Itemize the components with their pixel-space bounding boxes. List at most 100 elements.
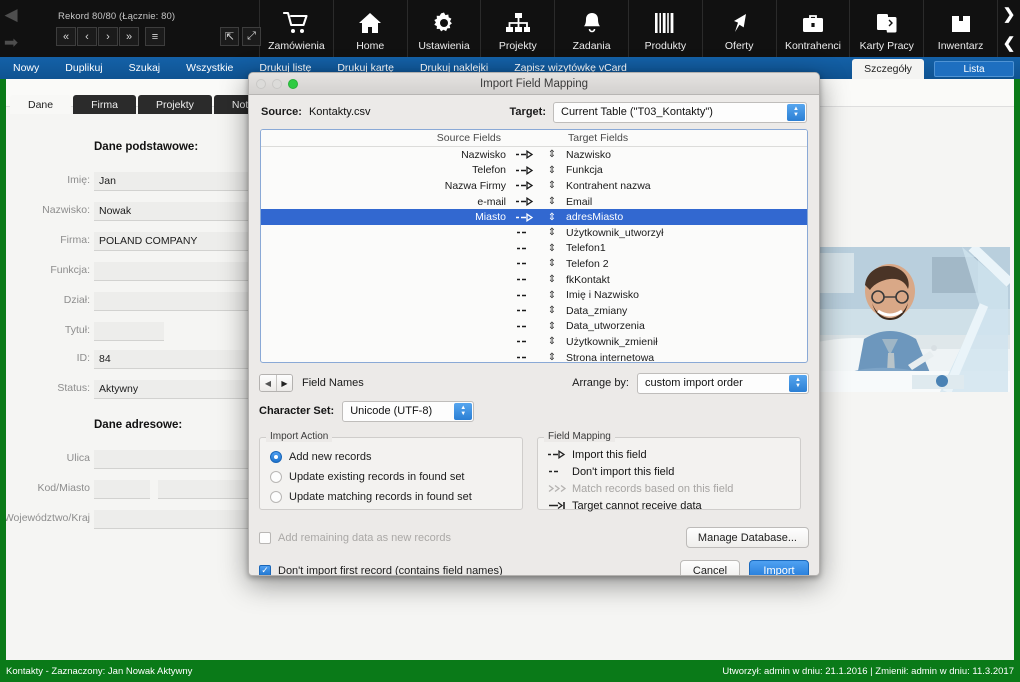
target-table-select[interactable]: Current Table ("T03_Kontakty") ▲ ▼ [553, 101, 807, 123]
mapping-arrow-icon[interactable] [512, 150, 538, 160]
tab-szczegoly[interactable]: Szczegóły [852, 59, 924, 79]
field-input-wojewodztwo[interactable] [94, 510, 256, 529]
field-input-tytul[interactable] [94, 322, 164, 341]
mapping-target-handle-icon[interactable]: ⇕ [538, 149, 566, 160]
field-mapping-row[interactable]: ⇕ Imię i Nazwisko [261, 287, 807, 303]
nav-prev-arrow-icon[interactable]: ❮ [1003, 34, 1016, 52]
nav-next-arrow-icon[interactable]: ❯ [1003, 5, 1016, 23]
nav-item-karty-pracy[interactable]: Karty Pracy [850, 0, 925, 57]
field-mapping-row[interactable]: ⇕ Telefon 2 [261, 256, 807, 272]
prev-record-button[interactable]: ‹ [77, 27, 97, 46]
mapping-target-handle-icon[interactable]: ⇕ [538, 305, 566, 316]
mapping-arrow-icon[interactable] [512, 212, 538, 222]
list-view-button[interactable]: ≡ [145, 27, 165, 46]
manage-database-button[interactable]: Manage Database... [685, 527, 809, 548]
maximize-icon[interactable] [288, 79, 298, 89]
radio-add-new-records[interactable]: Add new records [270, 447, 522, 467]
minimize-icon[interactable] [272, 79, 282, 89]
field-input-miasto[interactable] [158, 480, 256, 499]
radio-update-matching[interactable]: Update matching records in found set [270, 487, 522, 507]
nav-forward-arrow-icon[interactable]: ➡ [4, 34, 18, 51]
arrange-by-select[interactable]: custom import order ▲ ▼ [637, 372, 809, 394]
mapping-arrow-icon[interactable] [512, 337, 538, 346]
menu-item-szukaj[interactable]: Szukaj [116, 62, 174, 74]
mapping-target-handle-icon[interactable]: ⇕ [538, 227, 566, 238]
nav-item-oferty[interactable]: Oferty [703, 0, 777, 57]
mapping-arrow-icon[interactable] [512, 291, 538, 300]
stepper-next-icon[interactable]: ▶ [276, 375, 292, 391]
close-icon[interactable] [256, 79, 266, 89]
charset-select[interactable]: Unicode (UTF-8) ▲ ▼ [342, 400, 475, 422]
menu-item-wszystkie[interactable]: Wszystkie [173, 62, 246, 74]
nav-right-arrows[interactable]: ❯ ❮ [998, 0, 1020, 57]
field-input-dzial[interactable] [94, 292, 256, 311]
mapping-target-handle-icon[interactable]: ⇕ [538, 165, 566, 176]
cancel-button[interactable]: Cancel [680, 560, 740, 575]
checkbox-add-remaining[interactable]: Add remaining data as new records [259, 531, 451, 544]
nav-item-inwentarz[interactable]: Inwentarz [924, 0, 998, 57]
mapping-target-handle-icon[interactable]: ⇕ [538, 196, 566, 207]
last-record-button[interactable]: » [119, 27, 139, 46]
mapping-arrow-icon[interactable] [512, 259, 538, 268]
nav-item-zamowienia[interactable]: Zamówienia [260, 0, 334, 57]
mapping-target-handle-icon[interactable]: ⇕ [538, 336, 566, 347]
nav-item-zadania[interactable]: Zadania [555, 0, 629, 57]
nav-item-kontrahenci[interactable]: Kontrahenci [777, 0, 851, 57]
nav-left-arrows[interactable]: ◀ ➡ [0, 0, 22, 57]
field-mapping-row[interactable]: e-mail ⇕ Email [261, 194, 807, 210]
mapping-arrow-icon[interactable] [512, 322, 538, 331]
mapping-arrow-icon[interactable] [512, 244, 538, 253]
tab-firma[interactable]: Firma [73, 95, 136, 114]
checkbox-dont-import-first-record[interactable]: Don't import first record (contains fiel… [259, 564, 503, 575]
field-input-kod[interactable] [94, 480, 150, 499]
field-input-status[interactable]: Aktywny [94, 380, 256, 399]
next-record-button[interactable]: › [98, 27, 118, 46]
field-input-nazwisko[interactable]: Nowak [94, 202, 256, 221]
mapping-target-handle-icon[interactable]: ⇕ [538, 180, 566, 191]
tab-lista[interactable]: Lista [934, 61, 1014, 77]
mapping-arrow-icon[interactable] [512, 353, 538, 362]
field-mapping-row[interactable]: ⇕ Strona internetowa [261, 350, 807, 362]
nav-item-home[interactable]: Home [334, 0, 408, 57]
mapping-target-handle-icon[interactable]: ⇕ [538, 212, 566, 223]
field-mapping-row[interactable]: Telefon ⇕ Funkcja [261, 163, 807, 179]
mapping-arrow-icon[interactable] [512, 275, 538, 284]
mapping-target-handle-icon[interactable]: ⇕ [538, 321, 566, 332]
nav-item-ustawienia[interactable]: Ustawienia [408, 0, 482, 57]
nav-item-projekty[interactable]: Projekty [481, 0, 556, 57]
nav-item-produkty[interactable]: Produkty [629, 0, 703, 57]
field-input-funkcja[interactable] [94, 262, 256, 281]
field-mapping-row[interactable]: ⇕ Użytkownik_zmienił [261, 334, 807, 350]
radio-update-existing[interactable]: Update existing records in found set [270, 467, 522, 487]
tab-dane[interactable]: Dane [10, 95, 72, 114]
field-mapping-row[interactable]: ⇕ Telefon1 [261, 241, 807, 257]
mapping-target-handle-icon[interactable]: ⇕ [538, 290, 566, 301]
first-record-button[interactable]: « [56, 27, 76, 46]
mapping-arrow-icon[interactable] [512, 306, 538, 315]
open-external-button[interactable]: ⇱ [220, 27, 239, 46]
field-input-ulica[interactable] [94, 450, 256, 469]
menu-item-nowy[interactable]: Nowy [0, 62, 52, 74]
mapping-target-handle-icon[interactable]: ⇕ [538, 274, 566, 285]
mapping-arrow-icon[interactable] [512, 197, 538, 207]
field-mapping-row[interactable]: ⇕ Użytkownik_utworzył [261, 225, 807, 241]
field-names-stepper[interactable]: ◀ ▶ [259, 374, 293, 392]
field-mapping-row[interactable]: Nazwisko ⇕ Nazwisko [261, 147, 807, 163]
tab-projekty[interactable]: Projekty [137, 95, 212, 114]
field-mapping-row[interactable]: ⇕ Data_utworzenia [261, 319, 807, 335]
field-input-imie[interactable]: Jan [94, 172, 256, 191]
field-mapping-row[interactable]: Nazwa Firmy ⇕ Kontrahent nazwa [261, 178, 807, 194]
mapping-target-handle-icon[interactable]: ⇕ [538, 243, 566, 254]
field-mapping-list[interactable]: Source Fields Target Fields Nazwisko ⇕ Naz… [260, 129, 808, 363]
field-mapping-row[interactable]: ⇕ fkKontakt [261, 272, 807, 288]
mapping-arrow-icon[interactable] [512, 181, 538, 191]
import-button[interactable]: Import [749, 560, 809, 575]
mapping-arrow-icon[interactable] [512, 165, 538, 175]
field-mapping-row[interactable]: ⇕ Data_zmiany [261, 303, 807, 319]
field-mapping-row[interactable]: Miasto ⇕ adresMiasto [261, 209, 807, 225]
nav-back-arrow-icon[interactable]: ◀ [4, 6, 17, 23]
expand-button[interactable]: ⤢ [242, 27, 261, 46]
field-input-firma[interactable]: POLAND COMPANY [94, 232, 256, 251]
mapping-target-handle-icon[interactable]: ⇕ [538, 258, 566, 269]
menu-item-duplikuj[interactable]: Duplikuj [52, 62, 115, 74]
